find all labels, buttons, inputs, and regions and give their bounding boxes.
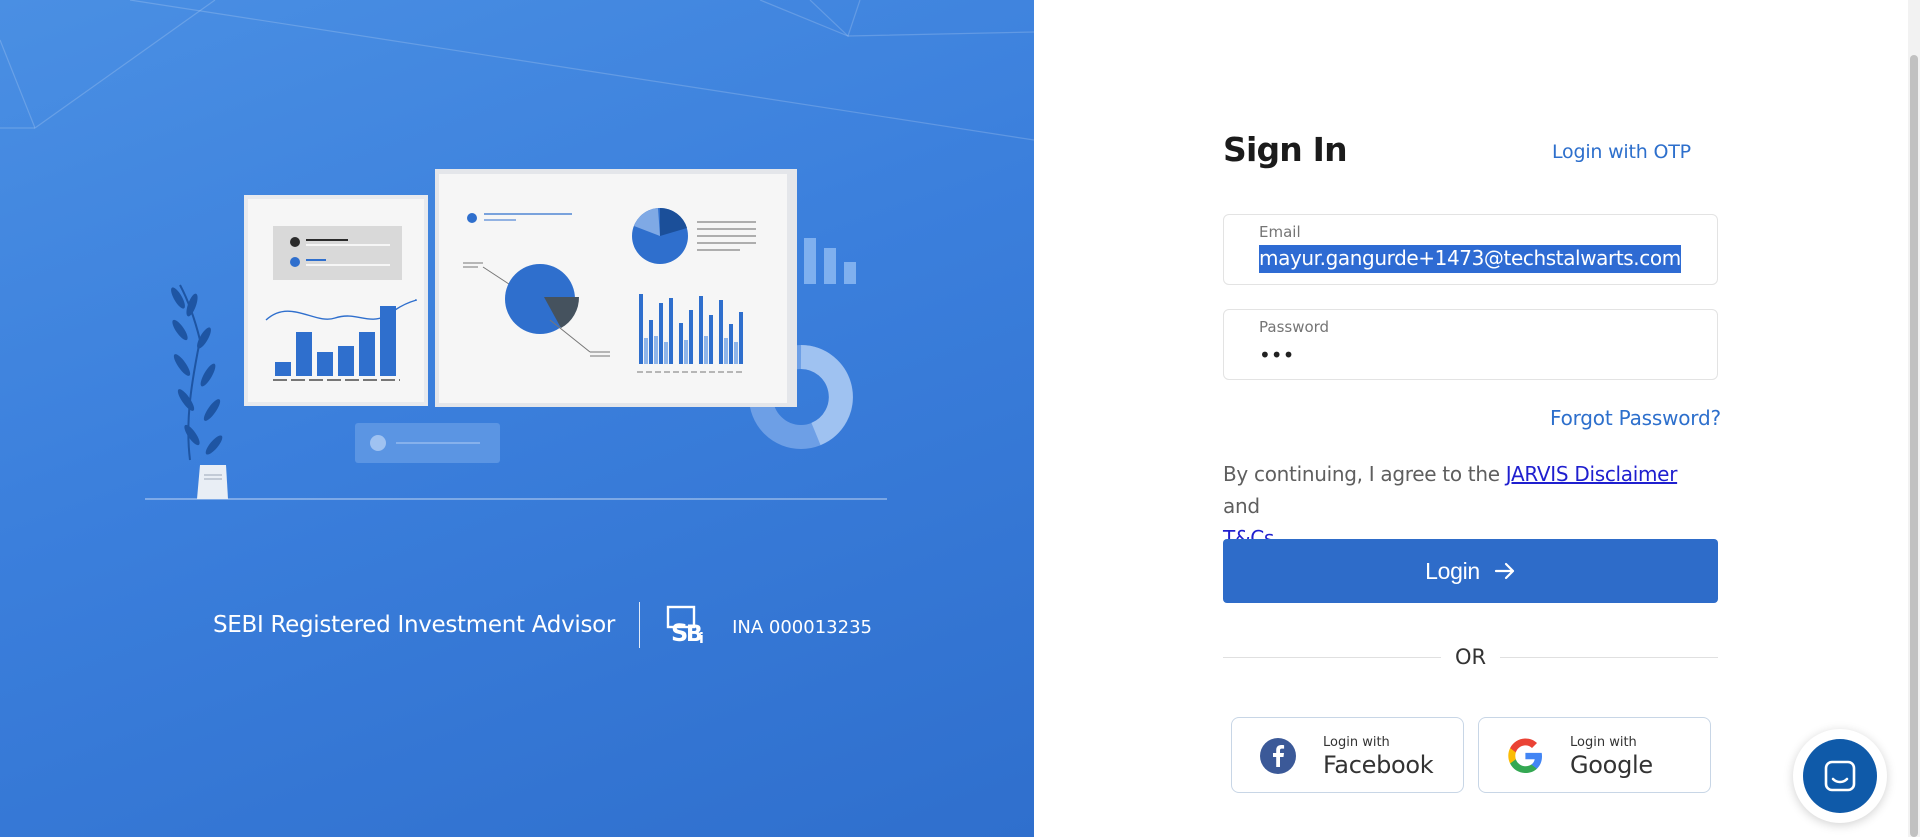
divider <box>639 602 641 648</box>
dashboard-illustration <box>145 169 887 500</box>
password-input[interactable]: ••• <box>1259 343 1294 367</box>
agree-mid: and <box>1223 494 1260 518</box>
svg-text:i: i <box>699 631 704 645</box>
agree-prefix: By continuing, I agree to the <box>1223 462 1506 486</box>
facebook-label: Facebook <box>1323 751 1434 779</box>
sebi-registration: SEBI Registered Investment Advisor S B i… <box>213 600 872 650</box>
or-text: OR <box>1454 645 1487 669</box>
forgot-password-link[interactable]: Forgot Password? <box>1550 406 1721 430</box>
chat-widget-button[interactable] <box>1793 729 1887 823</box>
email-input[interactable]: mayur.gangurde+1473@techstalwarts.com <box>1259 245 1681 273</box>
password-field[interactable]: Password ••• <box>1223 309 1718 380</box>
disclaimer-link[interactable]: JARVIS Disclaimer <box>1506 462 1678 486</box>
sebi-text: SEBI Registered Investment Advisor <box>213 612 616 638</box>
chat-widget-inner <box>1803 739 1877 813</box>
facebook-small-label: Login with <box>1323 735 1390 750</box>
signin-panel <box>1034 0 1920 837</box>
google-login-button[interactable]: Login with Google <box>1478 717 1711 793</box>
password-label: Password <box>1259 318 1330 336</box>
facebook-icon <box>1260 738 1296 774</box>
login-button[interactable]: Login <box>1223 539 1718 603</box>
google-icon <box>1508 738 1542 773</box>
scrollbar[interactable] <box>1908 0 1920 837</box>
page-title: Sign In <box>1223 130 1348 169</box>
chat-icon <box>1824 760 1856 792</box>
or-divider: OR <box>1223 643 1718 671</box>
scrollbar-thumb[interactable] <box>1910 55 1918 837</box>
arrow-right-icon <box>1494 562 1514 580</box>
email-label: Email <box>1259 223 1301 241</box>
google-label: Google <box>1570 751 1653 779</box>
divider-line <box>1500 656 1718 658</box>
divider-line <box>1223 656 1441 658</box>
registration-number: INA 000013235 <box>732 617 872 638</box>
login-with-otp-link[interactable]: Login with OTP <box>1552 141 1691 163</box>
branding-panel: SEBI Registered Investment Advisor S B i… <box>0 0 1034 837</box>
sebi-logo-icon: S B i <box>666 605 704 645</box>
facebook-login-button[interactable]: Login with Facebook <box>1231 717 1464 793</box>
google-small-label: Login with <box>1570 735 1637 750</box>
login-button-label: Login <box>1425 557 1480 584</box>
email-field[interactable]: Email mayur.gangurde+1473@techstalwarts.… <box>1223 214 1718 285</box>
